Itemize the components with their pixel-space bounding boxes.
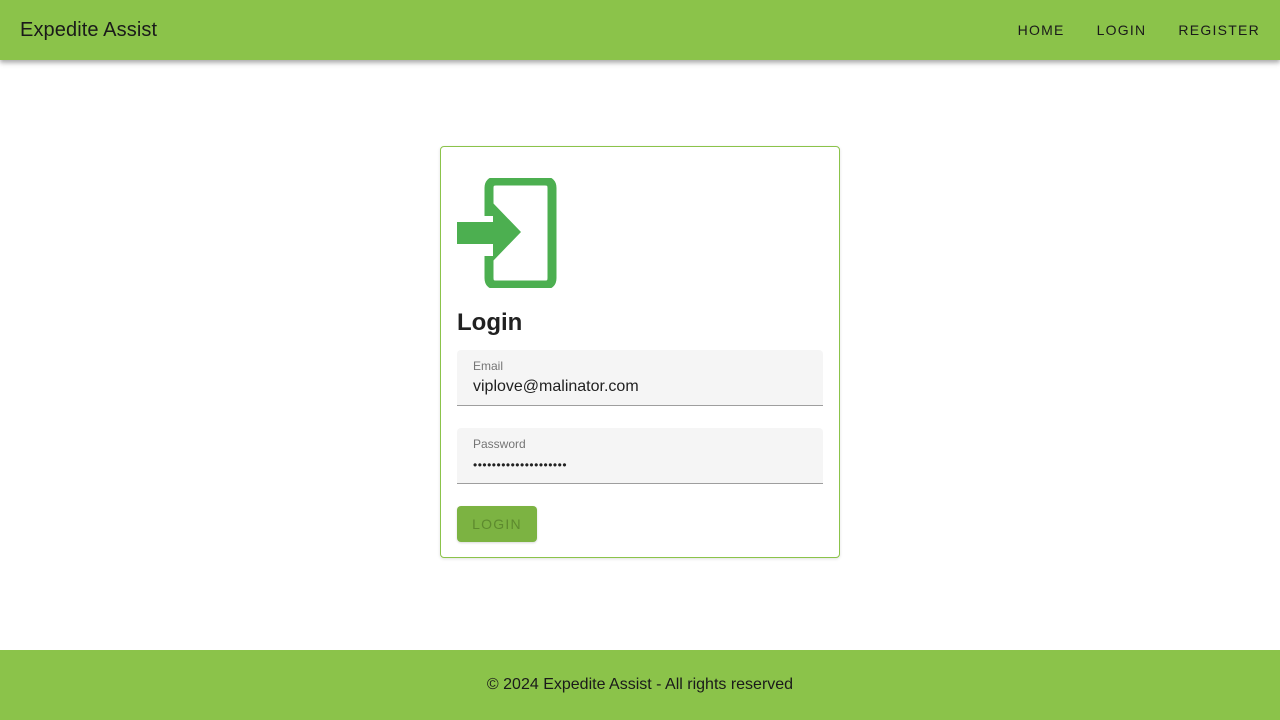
nav-login[interactable]: LOGIN [1081, 12, 1163, 48]
app-bar: Expedite Assist HOME LOGIN REGISTER [0, 0, 1280, 60]
password-label: Password [473, 437, 526, 451]
nav-home[interactable]: HOME [1002, 12, 1081, 48]
email-label: Email [473, 359, 504, 373]
password-input[interactable]: •••••••••••••••••••• [473, 453, 807, 477]
email-input[interactable] [473, 375, 807, 399]
brand-title[interactable]: Expedite Assist [20, 19, 157, 42]
nav-register[interactable]: REGISTER [1162, 12, 1276, 48]
top-nav: HOME LOGIN REGISTER [1002, 0, 1276, 60]
login-title: Login [457, 309, 523, 336]
password-field[interactable]: Password •••••••••••••••••••• [457, 428, 823, 484]
footer: © 2024 Expedite Assist - All rights rese… [0, 650, 1280, 720]
login-card: Login Email Password •••••••••••••••••••… [440, 146, 840, 558]
email-field[interactable]: Email [457, 350, 823, 406]
footer-text: © 2024 Expedite Assist - All rights rese… [486, 676, 794, 693]
login-button[interactable]: LOGIN [457, 506, 537, 542]
login-icon [457, 178, 557, 288]
